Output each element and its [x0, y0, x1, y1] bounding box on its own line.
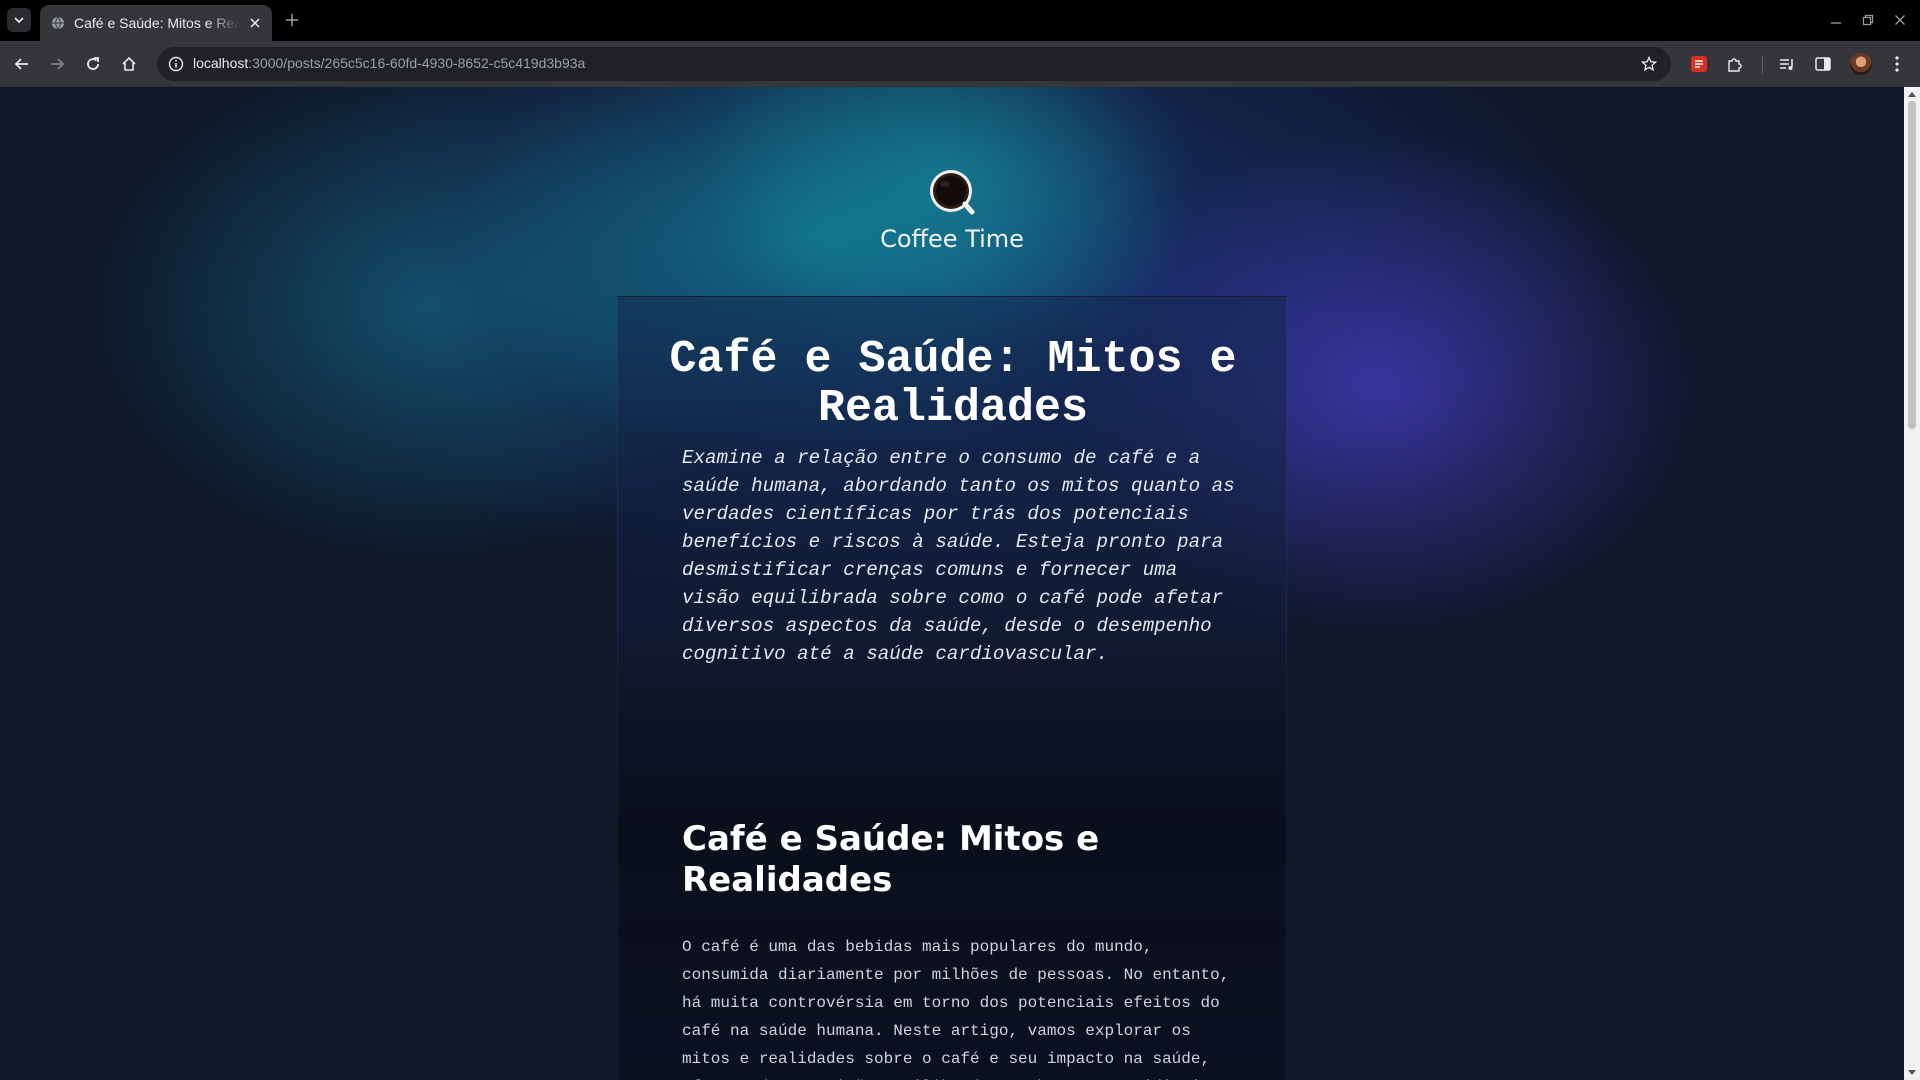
- restore-icon[interactable]: [1859, 11, 1877, 29]
- browser-tab-bar: Café e Saúde: Mitos e Realidades: [0, 0, 1920, 41]
- page-viewport: Coffee Time Café e Saúde: Mitos e Realid…: [0, 87, 1904, 1080]
- close-icon[interactable]: [246, 14, 264, 32]
- coffee-cup-icon[interactable]: [927, 167, 977, 217]
- globe-icon: [50, 15, 66, 31]
- scroll-up-icon[interactable]: [1908, 90, 1916, 98]
- profile-avatar[interactable]: [1850, 53, 1872, 75]
- post-card: Café e Saúde: Mitos e Realidades Examine…: [617, 296, 1287, 1080]
- info-icon[interactable]: [167, 55, 185, 73]
- star-icon[interactable]: [1639, 54, 1659, 74]
- address-bar[interactable]: localhost:3000/posts/265c5c16-60fd-4930-…: [157, 47, 1671, 81]
- window-close-icon[interactable]: [1891, 11, 1909, 29]
- minimize-icon[interactable]: [1827, 11, 1845, 29]
- post-title: Café e Saúde: Mitos e Realidades: [669, 334, 1237, 434]
- puzzle-icon[interactable]: [1723, 52, 1747, 76]
- post-excerpt: Examine a relação entre o consumo de caf…: [682, 447, 1235, 665]
- kebab-menu-icon[interactable]: [1885, 52, 1909, 76]
- browser-tab[interactable]: Café e Saúde: Mitos e Realidades: [40, 5, 272, 41]
- scrollbar-thumb[interactable]: [1908, 101, 1916, 429]
- reload-icon[interactable]: [81, 52, 105, 76]
- home-icon[interactable]: [117, 52, 141, 76]
- site-name[interactable]: Coffee Time: [0, 225, 1904, 253]
- back-icon[interactable]: [10, 52, 34, 76]
- tab-title: Café e Saúde: Mitos e Realidades: [74, 15, 240, 31]
- forward-icon[interactable]: [45, 52, 69, 76]
- page-scrollbar[interactable]: [1904, 87, 1920, 1080]
- url-host: localhost: [193, 55, 249, 71]
- sidepanel-icon[interactable]: [1811, 52, 1835, 76]
- post-paragraph: O café é uma das bebidas mais populares …: [682, 938, 1230, 1080]
- scroll-down-icon[interactable]: [1908, 1069, 1916, 1077]
- post-heading: Café e Saúde: Mitos e Realidades: [682, 819, 1100, 900]
- browser-toolbar: localhost:3000/posts/265c5c16-60fd-4930-…: [0, 41, 1920, 87]
- url-text[interactable]: localhost:3000/posts/265c5c16-60fd-4930-…: [193, 55, 585, 71]
- extension-icon[interactable]: [1687, 52, 1711, 76]
- url-path: :3000/posts/265c5c16-60fd-4930-8652-c5c4…: [248, 55, 586, 71]
- site-header: Coffee Time: [0, 167, 1904, 253]
- plus-icon[interactable]: [282, 10, 302, 30]
- toolbar-divider: [1762, 56, 1763, 74]
- tab-search-icon[interactable]: [7, 8, 31, 32]
- media-icon[interactable]: [1775, 52, 1799, 76]
